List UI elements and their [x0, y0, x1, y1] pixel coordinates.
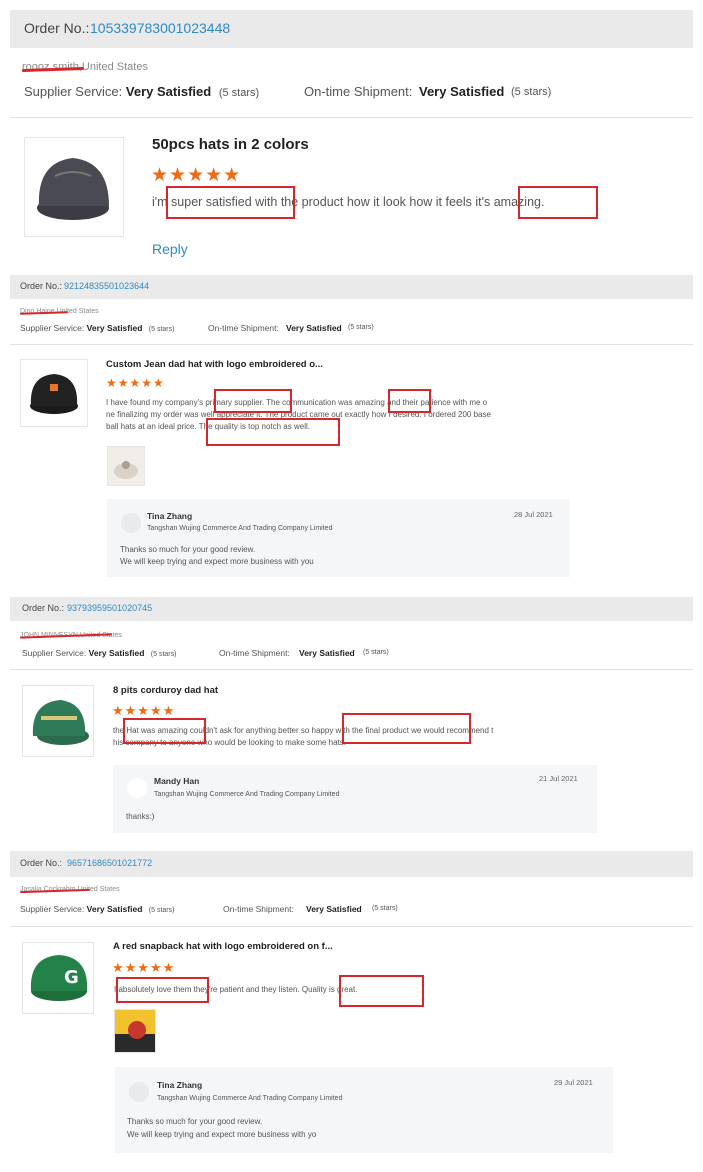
- shipment-value: Very Satisfied: [286, 323, 342, 333]
- supplier-reply: Mandy Han Tangshan Wujing Commerce And T…: [113, 765, 597, 833]
- rating-summary: Supplier Service: Very Satisfied (5 star…: [24, 84, 684, 99]
- reply-link[interactable]: Reply: [152, 241, 188, 257]
- cap-photo-icon: [30, 374, 78, 414]
- highlight-box: [518, 186, 598, 219]
- product-title[interactable]: Custom Jean dad hat with logo embroidere…: [106, 359, 323, 370]
- shipment-label: On-time Shipment:: [208, 323, 279, 333]
- supplier-service-value: Very Satisfied: [88, 648, 145, 658]
- order-label: Order No.:: [22, 603, 65, 613]
- highlight-box: [214, 389, 292, 413]
- avatar-icon: [121, 513, 141, 533]
- shipment-label: On-time Shipment:: [304, 84, 413, 99]
- supplier-reply: Tina Zhang Tangshan Wujing Commerce And …: [115, 1067, 613, 1153]
- order-header: Order No.: 105339783001023448: [10, 10, 693, 48]
- star-rating: ★★★★★: [151, 165, 242, 186]
- reply-line: Thanks so much for your good review.: [127, 1117, 263, 1126]
- shipment-stars: (5 stars): [372, 905, 398, 912]
- shipment-value: Very Satisfied: [306, 904, 362, 914]
- product-title[interactable]: 8 pits corduroy dad hat: [113, 685, 218, 696]
- shipment-value: Very Satisfied: [299, 648, 355, 658]
- divider: [10, 117, 693, 118]
- highlight-box: [206, 418, 340, 446]
- reply-date: 29 Jul 2021: [554, 1078, 593, 1087]
- supplier-reply: Tina Zhang Tangshan Wujing Commerce And …: [107, 499, 570, 577]
- svg-text:G: G: [64, 967, 79, 988]
- star-rating: ★★★★★: [112, 703, 176, 718]
- reply-author: Tina Zhang: [157, 1080, 203, 1090]
- highlight-box: [123, 718, 206, 744]
- supplier-service-label: Supplier Service:: [24, 84, 123, 99]
- order-number[interactable]: 96571686501021772: [67, 858, 152, 868]
- reply-date: 28 Jul 2021: [514, 510, 553, 519]
- supplier-service-label: Supplier Service:: [20, 323, 85, 333]
- supplier-service-value: Very Satisfied: [125, 84, 212, 99]
- shipment-value: Very Satisfied: [419, 84, 505, 99]
- supplier-service-stars: (5 stars): [150, 651, 177, 658]
- avatar-icon: [127, 778, 147, 798]
- buyer-info: Dino Haine,United States: [19, 308, 220, 315]
- supplier-service-label: Supplier Service:: [22, 648, 87, 658]
- buyer-info: roooz smith,United States: [21, 61, 322, 73]
- product-thumbnail[interactable]: G: [22, 942, 94, 1014]
- reply-line: We will keep trying and expect more busi…: [120, 557, 314, 566]
- order-label: Order No.:: [20, 858, 63, 868]
- reply-company: Tangshan Wujing Commerce And Trading Com…: [154, 791, 340, 798]
- order-number[interactable]: 105339783001023448: [90, 20, 230, 36]
- supplier-service-label: Supplier Service:: [20, 904, 85, 914]
- rating-summary: Supplier Service: Very Satisfied (5 star…: [20, 904, 680, 914]
- buyer-info: Jasalia Cockrahm,United States: [19, 886, 220, 894]
- product-title[interactable]: 50pcs hats in 2 colors: [152, 136, 309, 153]
- attached-photo-icon: [114, 461, 138, 479]
- reply-line: We will keep trying and expect more busi…: [127, 1130, 317, 1139]
- highlight-box: [388, 389, 431, 413]
- rating-summary: Supplier Service: Very Satisfied (5 star…: [20, 323, 680, 333]
- product-title[interactable]: A red snapback hat with logo embroidered…: [113, 941, 333, 952]
- highlight-box: [342, 713, 471, 744]
- buyer-info: JOHN MINNESYN,United States: [19, 632, 220, 639]
- cap-photo-icon: [37, 158, 109, 220]
- order-number[interactable]: 93793959501020745: [67, 603, 152, 613]
- product-thumbnail[interactable]: [22, 685, 94, 757]
- highlight-box: [166, 186, 295, 219]
- order-header: Order No.: 92124835501023644: [10, 275, 693, 299]
- order-label: Order No.:: [24, 20, 90, 36]
- order-number[interactable]: 92124835501023644: [64, 281, 149, 291]
- avatar-icon: [129, 1082, 149, 1102]
- order-header: Order No.: 93793959501020745: [10, 597, 693, 621]
- attached-photo[interactable]: [114, 1009, 156, 1053]
- shipment-stars: (5 stars): [363, 649, 389, 656]
- reply-line: thanks:): [126, 812, 155, 821]
- supplier-service-stars: (5 stars): [148, 907, 175, 914]
- highlight-box: [339, 975, 424, 1007]
- star-rating: ★★★★★: [106, 376, 165, 390]
- reply-company: Tangshan Wujing Commerce And Trading Com…: [147, 525, 333, 532]
- attached-photo-icon: [115, 1021, 155, 1052]
- divider: [10, 344, 693, 345]
- supplier-service-stars: (5 stars): [218, 87, 260, 99]
- order-label: Order No.:: [20, 281, 63, 291]
- star-rating: ★★★★★: [112, 960, 176, 975]
- divider: [10, 669, 693, 670]
- supplier-service-value: Very Satisfied: [86, 323, 143, 333]
- reply-author: Mandy Han: [154, 776, 200, 786]
- attached-photo[interactable]: [107, 446, 145, 486]
- shipment-stars: (5 stars): [511, 86, 552, 98]
- product-thumbnail[interactable]: [24, 137, 124, 237]
- reply-author: Tina Zhang: [147, 511, 193, 521]
- cap-photo-icon: [32, 700, 89, 745]
- reply-date: 21 Jul 2021: [539, 774, 578, 783]
- shipment-stars: (5 stars): [348, 324, 374, 331]
- product-thumbnail[interactable]: [20, 359, 88, 427]
- divider: [10, 926, 693, 927]
- reply-company: Tangshan Wujing Commerce And Trading Com…: [157, 1095, 343, 1102]
- order-header: Order No.: 96571686501021772: [10, 851, 693, 877]
- shipment-label: On-time Shipment:: [219, 648, 290, 658]
- shipment-label: On-time Shipment:: [223, 904, 294, 914]
- supplier-service-value: Very Satisfied: [86, 904, 143, 914]
- highlight-box: [116, 977, 209, 1003]
- cap-photo-icon: G: [30, 955, 88, 1001]
- supplier-service-stars: (5 stars): [148, 326, 175, 333]
- rating-summary: Supplier Service: Very Satisfied (5 star…: [22, 648, 682, 658]
- reply-line: Thanks so much for your good review.: [120, 545, 256, 554]
